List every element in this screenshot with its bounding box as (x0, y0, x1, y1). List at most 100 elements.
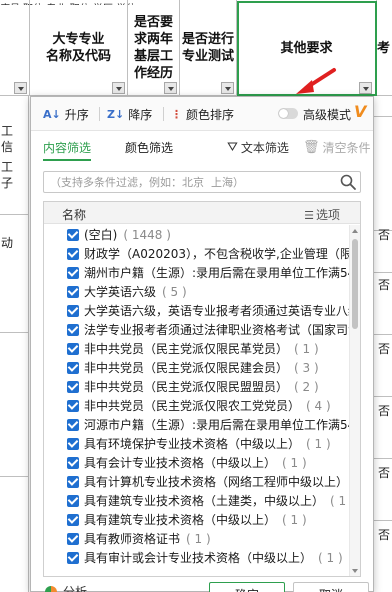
list-item[interactable]: 非中共党员（民主党派仅限农工党党员） ( 4 ) (44, 396, 350, 415)
list-item[interactable]: 财政学（A020203），不包含税收学,企业管理（限: (44, 244, 350, 263)
checkbox[interactable] (67, 266, 79, 279)
header-cell-partial[interactable] (0, 0, 30, 96)
pie-chart-icon (45, 585, 57, 592)
list-item[interactable]: (空白) ( 1448 ) (44, 225, 350, 244)
advanced-mode-label: 高级模式 (303, 108, 352, 122)
color-sort-label: 颜色排序 (186, 107, 235, 122)
list-scrollbar[interactable] (349, 225, 360, 576)
search-input[interactable] (50, 174, 330, 190)
list-item-label: 非中共党员（民主党派仅限民革党员） (84, 342, 289, 356)
checkbox[interactable] (67, 456, 79, 469)
checkbox[interactable] (67, 437, 79, 450)
scroll-up-arrow[interactable] (352, 229, 358, 233)
cell-text: 否 (378, 466, 391, 480)
list-item-label: 具有计算机专业技术资格（网络工程师中级以上） (84, 475, 349, 489)
cancel-button[interactable]: 取消 (293, 582, 369, 592)
list-item[interactable]: 非中共党员（民主党派仅限民建会员） ( 3 ) (44, 358, 350, 377)
checkbox[interactable] (67, 342, 79, 355)
list-item-count: ( 1 ) (282, 512, 307, 527)
checkbox[interactable] (67, 323, 79, 336)
options-button[interactable]: ☰ 选项 (304, 206, 340, 223)
search-icon[interactable] (339, 173, 357, 191)
checkbox[interactable] (67, 304, 79, 317)
list-item-count: ( 5 ) (162, 284, 187, 299)
analysis-button[interactable]: 分析 (45, 583, 87, 592)
list-item[interactable]: 具有审计或会计专业技术资格（中级以上） ( 1 ) (44, 548, 350, 567)
list-item-label: 财政学（A020203），不包含税收学,企业管理（限: (84, 247, 350, 261)
list-item[interactable]: 具有计算机专业技术资格（网络工程师中级以上） (44, 472, 350, 491)
checkbox[interactable] (67, 418, 79, 431)
list-item-count: ( 1 ) (282, 455, 307, 470)
header-cell-grassroots[interactable]: 是否要 求两年 基层工 作经历 (128, 0, 180, 96)
checkbox[interactable] (67, 513, 79, 526)
list-item[interactable]: 具有建筑专业技术资格（土建类，中级以上） ( 1 (44, 491, 350, 510)
scrollbar-thumb[interactable] (352, 239, 358, 329)
list-item-count: ( 1 ) (306, 436, 331, 451)
list-item[interactable]: 非中共党员（民主党派仅限民革党员） ( 1 ) (44, 339, 350, 358)
text-filter-button[interactable]: ⛛ 文本筛选 (227, 139, 289, 156)
filter-dropdown-button[interactable] (221, 82, 234, 94)
list-item[interactable]: 法学专业报考者须通过法律职业资格考试（国家司法 (44, 320, 350, 339)
checkbox[interactable] (67, 228, 79, 241)
cell-text: 工 (1, 124, 14, 138)
tab-color-filter[interactable]: 颜色筛选 (125, 139, 173, 156)
list-item-count: ( 1 ) (294, 341, 319, 356)
list-item-count: ( 1 ) (186, 531, 211, 546)
checkbox[interactable] (67, 399, 79, 412)
header-cell-exam[interactable]: 考 (377, 0, 392, 96)
list-item[interactable]: 具有环境保护专业技术资格（中级以上） ( 1 ) (44, 434, 350, 453)
checkbox[interactable] (67, 532, 79, 545)
sort-asc-icon: A↓ (43, 107, 61, 121)
cell-text: 信 (1, 140, 14, 154)
list-item-count: ( 1 (330, 493, 347, 508)
checkbox[interactable] (67, 494, 79, 507)
clear-filter-label: 清空条件 (322, 141, 371, 155)
filter-tabs: 内容筛选 颜色筛选 ⛛ 文本筛选 🗑 清空条件 (31, 131, 373, 163)
list-item-label: (空白) (84, 228, 118, 242)
list-item-label: 非中共党员（民主党派仅限民盟盟员） (84, 380, 289, 394)
checkbox[interactable] (67, 475, 79, 488)
list-item-label: 具有建筑专业技术资格（土建类，中级以上） (84, 494, 325, 508)
list-item[interactable]: 具有建筑专业技术资格（中级以上） ( 1 ) (44, 510, 350, 529)
list-item[interactable]: 非中共党员（民主党派仅限民盟盟员） ( 2 ) (44, 377, 350, 396)
color-sort-button[interactable]: ⋮ 颜色排序 (171, 105, 234, 123)
cell-text: 否 (378, 278, 391, 292)
cell-text: 否 (378, 404, 391, 418)
list-item-count: ( 1448 ) (123, 227, 171, 242)
scroll-down-arrow[interactable] (352, 569, 358, 573)
header-cell-college-major[interactable]: 大专专业 名称及代码 (30, 0, 128, 96)
trash-icon: 🗑 (303, 140, 320, 155)
list-item[interactable]: 潮州市户籍（生源）:录用后需在录用单位工作满54 (44, 263, 350, 282)
options-label: 选项 (315, 208, 340, 222)
funnel-icon: ⛛ (227, 140, 238, 155)
filter-dropdown-button[interactable] (164, 82, 177, 94)
list-item-label: 河源市户籍（生源）:录用后需在录用单位工作满54 (84, 418, 350, 432)
ok-button[interactable]: 确定 (209, 582, 285, 592)
header-cell-professional-test[interactable]: 是否进行 专业测试 (180, 0, 237, 96)
list-item-count: ( 1 ) (318, 550, 343, 565)
list-item[interactable]: 大学英语六级，英语专业报考者须通过英语专业八级 (44, 301, 350, 320)
sort-descending-label: 降序 (128, 107, 153, 122)
header-label: 是否进行 专业测试 (181, 32, 234, 64)
list-item[interactable]: 大学英语六级 ( 5 ) (44, 282, 350, 301)
list-item-label: 具有教师资格证书 (84, 532, 181, 546)
list-header: 名称 ☰ 选项 (44, 202, 360, 224)
tab-content-filter[interactable]: 内容筛选 (43, 139, 91, 156)
filter-dropdown-button[interactable] (112, 82, 125, 94)
checkbox[interactable] (67, 361, 79, 374)
checkbox[interactable] (67, 285, 79, 298)
list-item[interactable]: 具有教师资格证书 ( 1 ) (44, 529, 350, 548)
search-box (43, 171, 361, 193)
list-item[interactable]: 河源市户籍（生源）:录用后需在录用单位工作满54 (44, 415, 350, 434)
sort-descending-button[interactable]: Z↓ 降序 (107, 105, 152, 123)
checkbox[interactable] (67, 247, 79, 260)
filter-dropdown-button[interactable] (14, 82, 27, 94)
checkbox[interactable] (67, 380, 79, 393)
clear-filter-button[interactable]: 🗑 清空条件 (303, 139, 371, 156)
advanced-mode-toggle[interactable] (278, 108, 298, 119)
list-item-label: 非中共党员（民主党派仅限农工党党员） (84, 399, 301, 413)
checkbox[interactable] (67, 551, 79, 564)
list-item[interactable]: 具有会计专业技术资格（中级以上） ( 1 ) (44, 453, 350, 472)
list-item-label: 具有会计专业技术资格（中级以上） (84, 456, 277, 470)
sort-ascending-button[interactable]: A↓ 升序 (43, 105, 89, 123)
